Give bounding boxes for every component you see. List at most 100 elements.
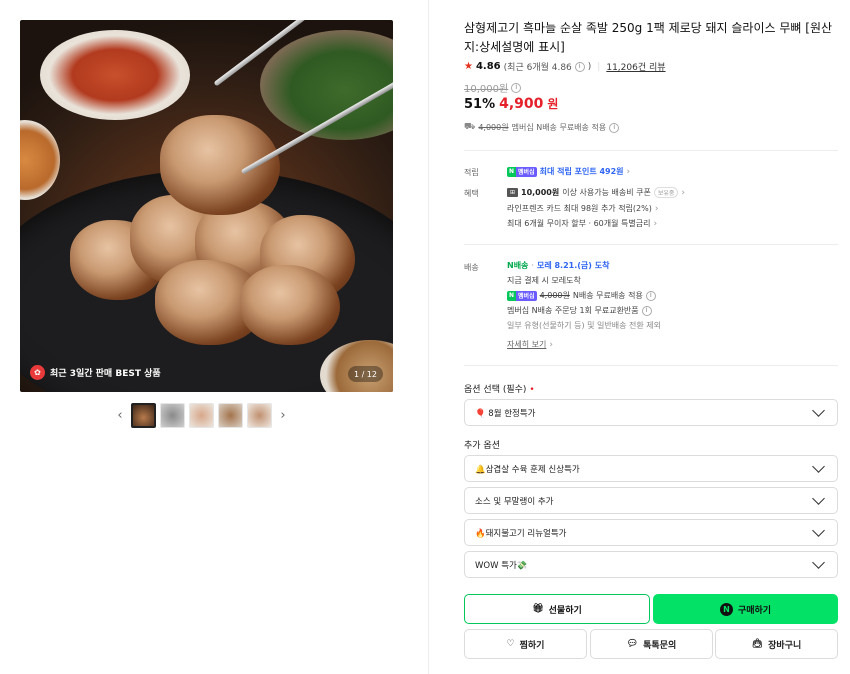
chevron-down-icon (812, 403, 825, 417)
additional-option-value: 🔔삼겹살 수육 훈제 신상특가 (475, 464, 580, 475)
chevron-right-icon: › (549, 339, 553, 350)
divider (464, 150, 838, 151)
gift-icon: ✿ (30, 364, 45, 380)
chevron-down-icon (812, 523, 825, 537)
thumbnail[interactable] (247, 403, 272, 428)
kimchi-dish (40, 30, 190, 120)
additional-option-select[interactable]: 🔥돼지불고기 리뉴얼특가 (464, 519, 838, 546)
coupon-text: 이상 사용가능 배송비 쿠폰 (562, 188, 651, 197)
installment-row[interactable]: 최대 6개월 무이자 할부 · 60개월 특별금리 › (507, 218, 657, 229)
divider: | (597, 61, 601, 72)
buy-button-label: 구매하기 (737, 605, 772, 616)
meat-slice (240, 265, 340, 345)
product-main-image[interactable]: ✿ 최근 3일간 판매 BEST 상품 1 / 12 (20, 20, 393, 392)
chevron-down-icon (812, 555, 825, 569)
detail-link-row[interactable]: 자세히 보기 › (507, 339, 553, 350)
required-option-label: 옵션 선택 (필수) • (464, 382, 535, 395)
exchange-text: 멤버십 N배송 주문당 1회 무료교환반품 (507, 306, 639, 315)
gift-button-label: 선물하기 (548, 605, 582, 616)
shipping-text: 멤버십 N배송 무료배송 적용 (511, 123, 607, 132)
thumbnail[interactable] (218, 403, 243, 428)
additional-option-select[interactable]: 🔔삼겹살 수육 훈제 신상특가 (464, 455, 838, 482)
review-count-link[interactable]: 11,206건 리뷰 (606, 60, 665, 73)
info-icon[interactable]: i (645, 290, 656, 301)
truck-icon: ⛟ (464, 122, 476, 132)
required-option-text: 옵션 선택 (필수) (464, 385, 527, 395)
info-icon[interactable]: i (609, 122, 620, 133)
coupon-amount: 10,000원 (521, 188, 560, 197)
best-badge-text: 최근 3일간 판매 BEST 상품 (50, 368, 161, 379)
additional-option-label: 추가 옵션 (464, 441, 500, 451)
product-title: 삼형제고기 흑마늘 순살 족발 250g 1팩 제로당 돼지 슬라이스 무뼈 [… (464, 21, 833, 54)
points-text: 최대 적립 포인트 492원 (539, 167, 624, 176)
exclusion-text: 일부 유형(선물하기 등) 및 일반배송 전환 제외 (507, 321, 661, 330)
required-mark: • (529, 385, 535, 395)
coupon-row[interactable]: ⊞ 10,000원 이상 사용가능 배송비 쿠폰 보유중 › (507, 187, 685, 198)
card-text: 라인프렌즈 카드 최대 98원 추가 적립(2%) (507, 204, 652, 213)
buy-button[interactable]: N 구매하기 (653, 594, 838, 624)
price-row: 51% 4,900 원 (464, 95, 558, 112)
heart-icon: ♡ (506, 639, 515, 649)
card-row[interactable]: 라인프렌즈 카드 최대 98원 추가 적립(2%) › (507, 203, 658, 214)
installment-text: 최대 6개월 무이자 할부 · 60개월 특별금리 (507, 219, 651, 228)
image-counter: 1 / 12 (347, 366, 383, 382)
thumbnail[interactable] (160, 403, 185, 428)
detail-link[interactable]: 자세히 보기 (507, 339, 546, 350)
exchange-row: 멤버십 N배송 주문당 1회 무료교환반품 i (507, 305, 652, 316)
info-icon[interactable]: i (511, 82, 522, 93)
additional-option-value: 소스 및 무말랭이 추가 (475, 496, 554, 507)
coupon-tag: 보유중 (653, 187, 679, 198)
chevron-right-icon[interactable]: › (276, 408, 290, 423)
thumbnail[interactable] (131, 403, 156, 428)
points-label: 적립 (464, 168, 479, 177)
gift-button[interactable]: 🎁︎ 선물하기 (464, 594, 650, 624)
discount-rate: 51% (464, 97, 496, 112)
currency-unit: 원 (547, 97, 559, 111)
info-icon[interactable]: i (574, 61, 585, 72)
shopping-bag-icon: 👜︎ (751, 639, 764, 649)
wish-button[interactable]: ♡ 찜하기 (464, 629, 587, 659)
additional-option-value: WOW 특가💸 (475, 560, 528, 571)
rating-row: ★ 4.86 (최근 6개월 4.86 i) | 11,206건 리뷰 (464, 60, 666, 73)
delivery-shipping-original: 4,000원 (539, 291, 570, 300)
chevron-down-icon (812, 491, 825, 505)
rating-score: 4.86 (475, 61, 501, 72)
additional-option-value: 🔥돼지불고기 리뉴얼특가 (475, 528, 567, 539)
arrival-text: 모레 8.21.(금) 도착 (536, 261, 610, 270)
thumbnail[interactable] (189, 403, 214, 428)
coupon-icon: ⊞ (507, 188, 518, 197)
gift-icon: 🎁︎ (532, 604, 544, 614)
side-dish (20, 120, 60, 200)
original-price: 10,000원 (464, 84, 509, 95)
chat-bubble-icon: 💬︎ (626, 639, 639, 649)
points-row[interactable]: N 멤버십 최대 적립 포인트 492원 › (507, 166, 630, 177)
delivery-shipping-text: N배송 무료배송 적용 (572, 291, 643, 300)
order-note: 지금 결제 시 모레도착 (507, 276, 581, 285)
required-option-select[interactable]: 🎈 8월 한정특가 (464, 399, 838, 426)
talk-button[interactable]: 💬︎ 톡톡문의 (590, 629, 713, 659)
star-icon: ★ (464, 61, 473, 72)
rating-paren: ) (587, 61, 592, 72)
npay-membership-badge: N 멤버십 (507, 290, 537, 301)
rating-recent: (최근 6개월 4.86 (503, 63, 572, 73)
additional-option-select[interactable]: WOW 특가💸 (464, 551, 838, 578)
best-badge: ✿ 최근 3일간 판매 BEST 상품 (30, 361, 161, 383)
required-option-value: 🎈 8월 한정특가 (475, 408, 536, 419)
additional-option-select[interactable]: 소스 및 무말랭이 추가 (464, 487, 838, 514)
shipping-original: 4,000원 (478, 123, 509, 132)
gallery: ✿ 최근 3일간 판매 BEST 상품 1 / 12 ‹ › (0, 0, 428, 674)
delivery-label: 배송 (464, 263, 479, 272)
info-icon[interactable]: i (641, 305, 652, 316)
chevron-left-icon[interactable]: ‹ (113, 408, 127, 423)
chevron-right-icon: › (654, 203, 659, 214)
cart-button-label: 장바구니 (768, 640, 802, 651)
original-price-row: 10,000원 i (464, 80, 522, 95)
wish-button-label: 찜하기 (519, 640, 545, 651)
naver-n-icon: N (719, 602, 733, 616)
cart-button[interactable]: 👜︎ 장바구니 (715, 629, 838, 659)
chevron-right-icon: › (653, 218, 658, 229)
sale-price: 4,900 (499, 96, 544, 112)
divider (428, 0, 429, 674)
npay-membership-badge: N 멤버십 (507, 166, 537, 177)
thumbnail-strip: ‹ › (113, 402, 290, 429)
